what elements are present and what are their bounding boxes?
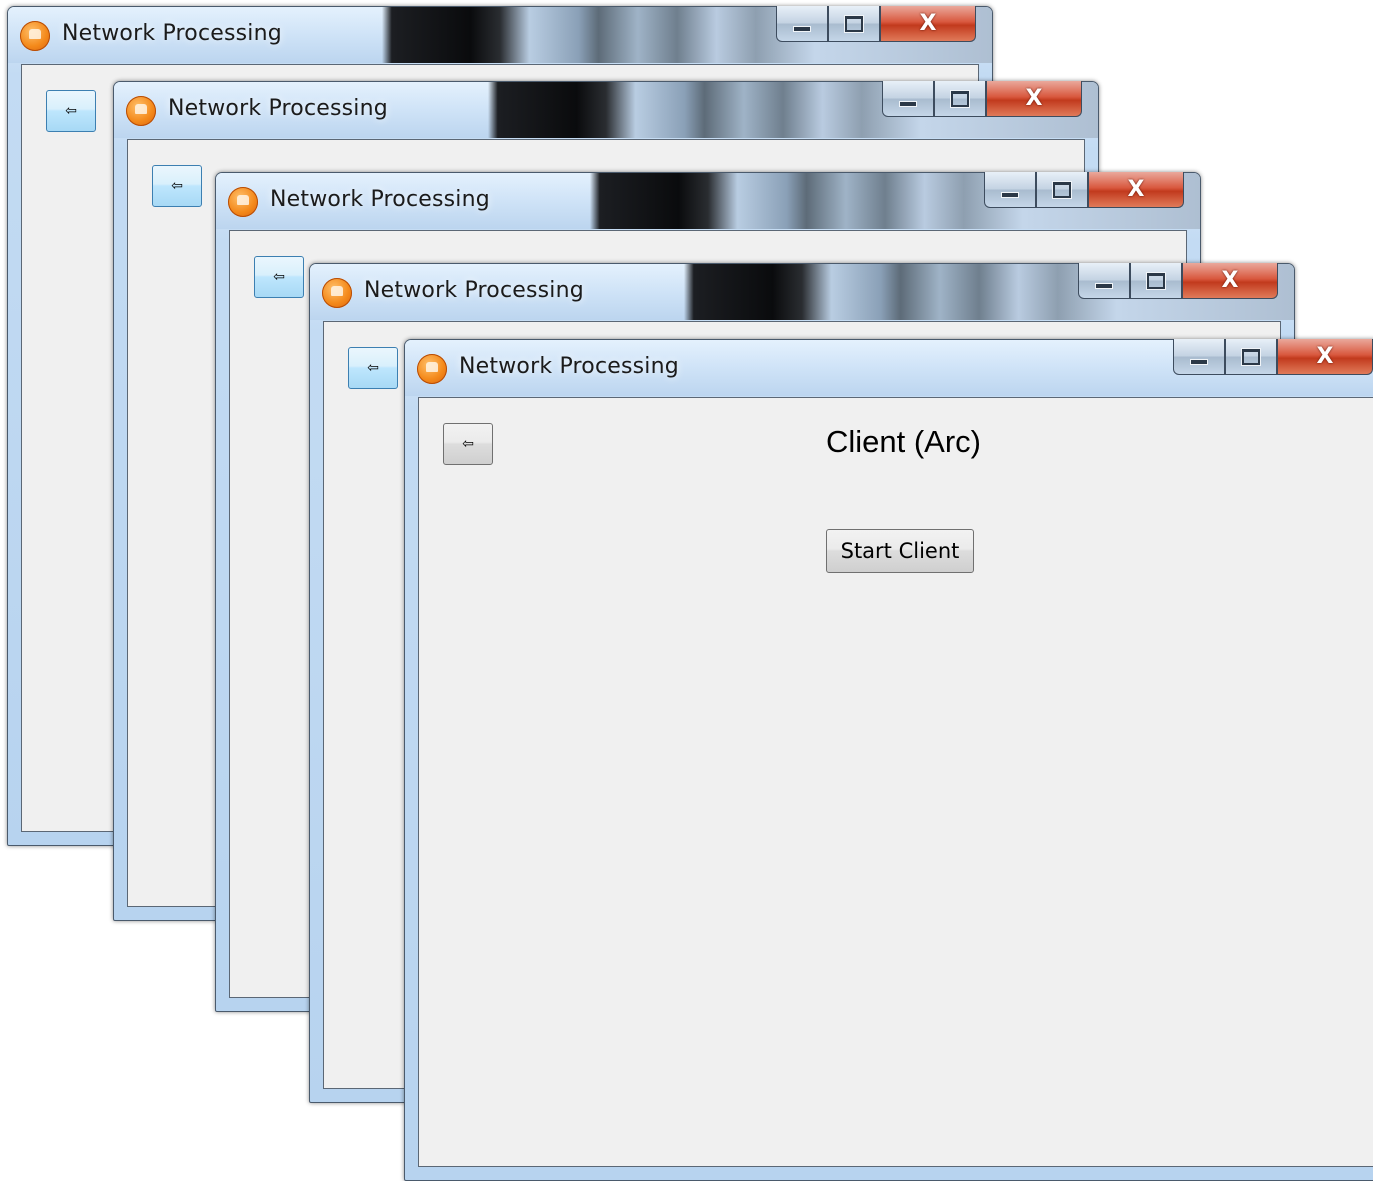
close-icon: X	[919, 11, 937, 36]
client-area: ⇦ Client (Arc) Start Client	[418, 397, 1373, 1167]
caption-buttons: X	[1173, 339, 1373, 377]
close-icon: X	[1127, 177, 1145, 202]
minimize-icon	[1095, 282, 1113, 289]
caption-buttons: X	[984, 172, 1184, 210]
back-arrow-icon: ⇦	[367, 360, 379, 376]
back-arrow-icon: ⇦	[273, 269, 285, 285]
maximize-icon	[1147, 272, 1165, 289]
minimize-button[interactable]	[882, 81, 934, 117]
back-button[interactable]: ⇦	[254, 256, 304, 298]
maximize-button[interactable]	[934, 81, 986, 117]
maximize-icon	[845, 15, 863, 32]
app-icon	[228, 187, 258, 217]
window-title: Network Processing	[168, 96, 388, 121]
caption-buttons: X	[1078, 263, 1278, 301]
maximize-icon	[1242, 348, 1260, 365]
minimize-button[interactable]	[1173, 339, 1225, 375]
start-client-button[interactable]: Start Client	[826, 529, 974, 573]
maximize-button[interactable]	[1036, 172, 1088, 208]
app-icon	[126, 96, 156, 126]
app-icon	[322, 278, 352, 308]
window-title: Network Processing	[270, 187, 490, 212]
close-icon: X	[1025, 86, 1043, 111]
page-title: Client (Arc)	[825, 424, 981, 459]
minimize-button[interactable]	[984, 172, 1036, 208]
minimize-button[interactable]	[1078, 263, 1130, 299]
window-title: Network Processing	[364, 278, 584, 303]
maximize-button[interactable]	[1130, 263, 1182, 299]
minimize-button[interactable]	[776, 6, 828, 42]
maximize-icon	[951, 90, 969, 107]
close-button[interactable]: X	[1277, 339, 1373, 375]
back-button[interactable]: ⇦	[46, 90, 96, 132]
close-button[interactable]: X	[1088, 172, 1184, 208]
caption-buttons: X	[776, 6, 976, 44]
back-button[interactable]: ⇦	[348, 347, 398, 389]
window-5-active[interactable]: Network Processing X ⇦ Client (Arc) Star…	[404, 339, 1373, 1181]
minimize-icon	[1190, 358, 1208, 365]
minimize-icon	[793, 25, 811, 32]
close-button[interactable]: X	[986, 81, 1082, 117]
minimize-icon	[899, 100, 917, 107]
maximize-button[interactable]	[828, 6, 880, 42]
close-icon: X	[1221, 268, 1239, 293]
app-icon	[417, 354, 447, 384]
caption-buttons: X	[882, 81, 1082, 119]
window-title: Network Processing	[62, 21, 282, 46]
close-button[interactable]: X	[880, 6, 976, 42]
close-button[interactable]: X	[1182, 263, 1278, 299]
app-icon	[20, 21, 50, 51]
back-button[interactable]: ⇦	[152, 165, 202, 207]
back-arrow-icon: ⇦	[65, 103, 77, 119]
close-icon: X	[1316, 344, 1334, 369]
back-arrow-icon: ⇦	[171, 178, 183, 194]
maximize-button[interactable]	[1225, 339, 1277, 375]
window-title: Network Processing	[459, 354, 679, 379]
maximize-icon	[1053, 181, 1071, 198]
minimize-icon	[1001, 191, 1019, 198]
